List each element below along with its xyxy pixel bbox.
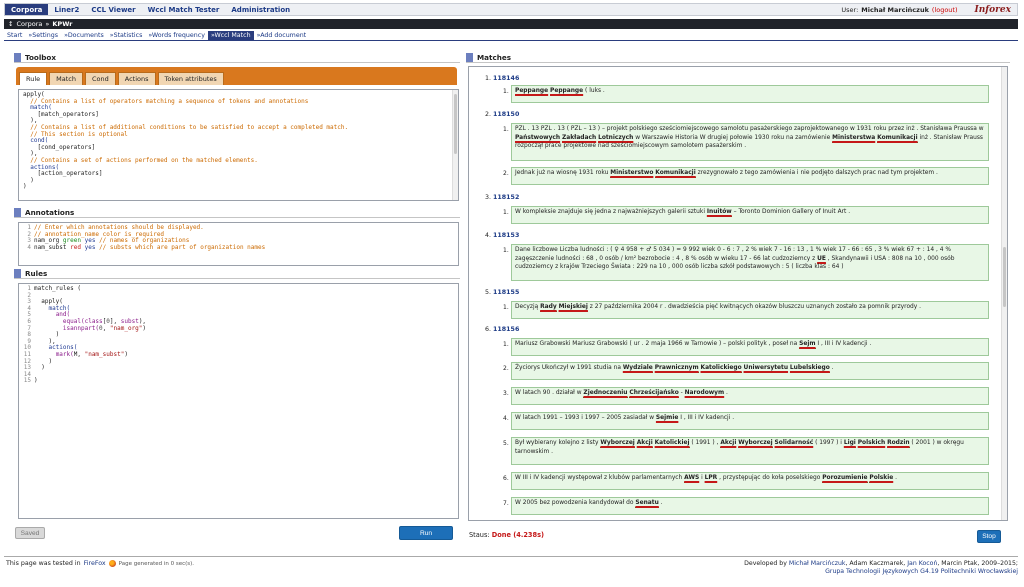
- footer-divider: [4, 556, 1018, 557]
- match-group: 1. 118146: [485, 75, 520, 82]
- match-row: PZL . 13 PZL . 13 ( PZL – 13 ) – projekt…: [511, 123, 989, 161]
- subnav-documents[interactable]: »Documents: [61, 31, 107, 40]
- match-row: Decyzją Rady Miejskiej z 27 października…: [511, 301, 989, 319]
- annotations-header: Annotations: [14, 208, 460, 218]
- run-button[interactable]: Run: [399, 526, 453, 540]
- nav-tab-ccl-viewer[interactable]: CCL Viewer: [85, 4, 141, 15]
- matches-header: Matches: [466, 53, 1010, 63]
- tab-token-attributes[interactable]: Token attributes: [157, 72, 224, 85]
- rules-code: 1 match_rules ( 2 3 apply( 4 match( 5 and…: [23, 285, 147, 385]
- match-group: 4. 118153: [485, 232, 520, 239]
- breadcrumb-separator: »: [45, 20, 50, 28]
- match-row: Jednak już na wiosnę 1931 roku Ministers…: [511, 167, 989, 185]
- developer-link[interactable]: Michał Marcińczuk: [789, 560, 846, 567]
- match-row: W latach 1991 – 1993 i 1997 – 2005 zasia…: [511, 412, 989, 430]
- nav-tab-liner2[interactable]: Liner2: [48, 4, 85, 15]
- firefox-icon: [108, 560, 116, 567]
- panel-marker-icon: [14, 269, 21, 278]
- developers-line: Developed by Michał Marcińczuk, Adam Kac…: [744, 560, 1018, 567]
- subnav-statistics[interactable]: »Statistics: [107, 31, 146, 40]
- status-value: Done (4.238s): [491, 531, 545, 539]
- top-bar: Corpora Liner2 CCL Viewer Wccl Match Tes…: [4, 3, 1018, 16]
- collapse-icon[interactable]: ↕: [8, 20, 13, 28]
- annotations-code: 1// Enter which annotations should be di…: [27, 224, 266, 251]
- inforex-logo: Inforex: [974, 4, 1011, 15]
- match-row: Mariusz Grabowski Mariusz Grabowski ( ur…: [511, 338, 989, 356]
- user-label: User:: [841, 5, 859, 14]
- matches-title: Matches: [477, 53, 511, 62]
- user-info: User: Michał Marcińczuk (logout) Inforex: [841, 5, 1017, 15]
- tab-rule[interactable]: Rule: [19, 72, 48, 85]
- matches-scrollbar[interactable]: [1001, 67, 1007, 520]
- tested-text: This page was tested in: [6, 560, 81, 567]
- main-nav: Corpora Liner2 CCL Viewer Wccl Match Tes…: [5, 4, 296, 15]
- document-link[interactable]: 118156: [493, 326, 519, 333]
- group-link[interactable]: Grupa Technologii Językowych G4.19 Polit…: [744, 568, 1018, 576]
- match-row: Był wybierany kolejno z listy Wyborczej …: [511, 437, 989, 465]
- logout-link[interactable]: (logout): [932, 6, 958, 14]
- match-row: W 2005 bez powodzenia kandydował do Sena…: [511, 497, 989, 515]
- document-link[interactable]: 118146: [493, 75, 519, 82]
- subnav-start[interactable]: Start: [4, 31, 25, 40]
- footer-right: Developed by Michał Marcińczuk, Adam Kac…: [744, 560, 1018, 576]
- match-group: 3. 118152: [485, 194, 520, 201]
- document-link[interactable]: 118155: [493, 289, 519, 296]
- match-row: Życiorys Ukończył w 1991 studia na Wydzi…: [511, 362, 989, 380]
- panel-marker-icon: [466, 53, 473, 62]
- saved-button[interactable]: Saved: [15, 527, 45, 539]
- document-link[interactable]: 118153: [493, 232, 519, 239]
- nav-tab-wccl-match-tester[interactable]: Wccl Match Tester: [142, 4, 226, 15]
- annotations-editor[interactable]: 1// Enter which annotations should be di…: [18, 222, 459, 266]
- developer-link[interactable]: Jan Kocoń: [907, 560, 937, 567]
- matches-list: 1. 118146 1. Peppange Peppange ( luks . …: [468, 66, 1008, 521]
- match-group: 5. 118155: [485, 289, 520, 296]
- rules-editor[interactable]: 1 match_rules ( 2 3 apply( 4 match( 5 and…: [18, 283, 459, 519]
- match-row: Dane liczbowe Liczba ludności : ( ♀ 4 95…: [511, 244, 989, 281]
- panel-marker-icon: [14, 208, 21, 217]
- toolbox-tabs: Rule Match Cond Actions Token attributes: [16, 67, 457, 85]
- breadcrumb: ↕ Corpora » KPWr: [4, 19, 1018, 29]
- rules-title: Rules: [25, 269, 48, 278]
- subnav-words-frequency[interactable]: »Words frequency: [145, 31, 208, 40]
- firefox-link[interactable]: FireFox: [84, 560, 106, 567]
- toolbox-code: apply( // Contains a list of operators m…: [23, 91, 349, 191]
- panel-marker-icon: [14, 53, 21, 62]
- match-row: W latach 90 . działał w Zjednoczeniu Chr…: [511, 387, 989, 405]
- subnav-settings[interactable]: »Settings: [25, 31, 61, 40]
- breadcrumb-current: KPWr: [52, 20, 73, 28]
- document-link[interactable]: 118150: [493, 111, 519, 118]
- match-row: W kompleksie znajduje się jedna z najważ…: [511, 206, 989, 224]
- toolbox-scrollbar[interactable]: [452, 90, 458, 200]
- toolbox-title: Toolbox: [25, 53, 57, 62]
- toolbox-editor[interactable]: apply( // Contains a list of operators m…: [18, 89, 459, 201]
- match-row: W III i IV kadencji występował z klubów …: [511, 472, 989, 490]
- status-label: Staus:: [469, 531, 490, 539]
- rules-header: Rules: [14, 269, 460, 279]
- tab-actions[interactable]: Actions: [117, 72, 156, 85]
- footer-left: This page was tested in FireFox Page gen…: [6, 560, 194, 567]
- nav-tab-administration[interactable]: Administration: [225, 4, 296, 15]
- nav-tab-corpora[interactable]: Corpora: [5, 4, 49, 15]
- match-row: Peppange Peppange ( luks .: [511, 85, 989, 103]
- subnav-add-document[interactable]: »Add document: [254, 31, 310, 40]
- stop-button[interactable]: Stop: [977, 530, 1001, 543]
- corpus-subnav: Start »Settings »Documents »Statistics »…: [4, 31, 1018, 41]
- tab-cond[interactable]: Cond: [85, 72, 116, 85]
- document-link[interactable]: 118152: [493, 194, 519, 201]
- user-name: Michał Marcińczuk: [861, 5, 929, 14]
- match-group: 2. 118150: [485, 111, 520, 118]
- generated-text: Page generated in 0 sec(s).: [118, 560, 195, 567]
- toolbox-header: Toolbox: [14, 53, 460, 63]
- subnav-wccl-match[interactable]: »Wccl Match: [207, 31, 254, 40]
- match-group: 6. 118156: [485, 326, 520, 333]
- breadcrumb-root[interactable]: Corpora: [16, 20, 42, 28]
- annotations-title: Annotations: [25, 208, 75, 217]
- status-line: Staus: Done (4.238s): [469, 531, 544, 539]
- tab-match[interactable]: Match: [49, 72, 83, 85]
